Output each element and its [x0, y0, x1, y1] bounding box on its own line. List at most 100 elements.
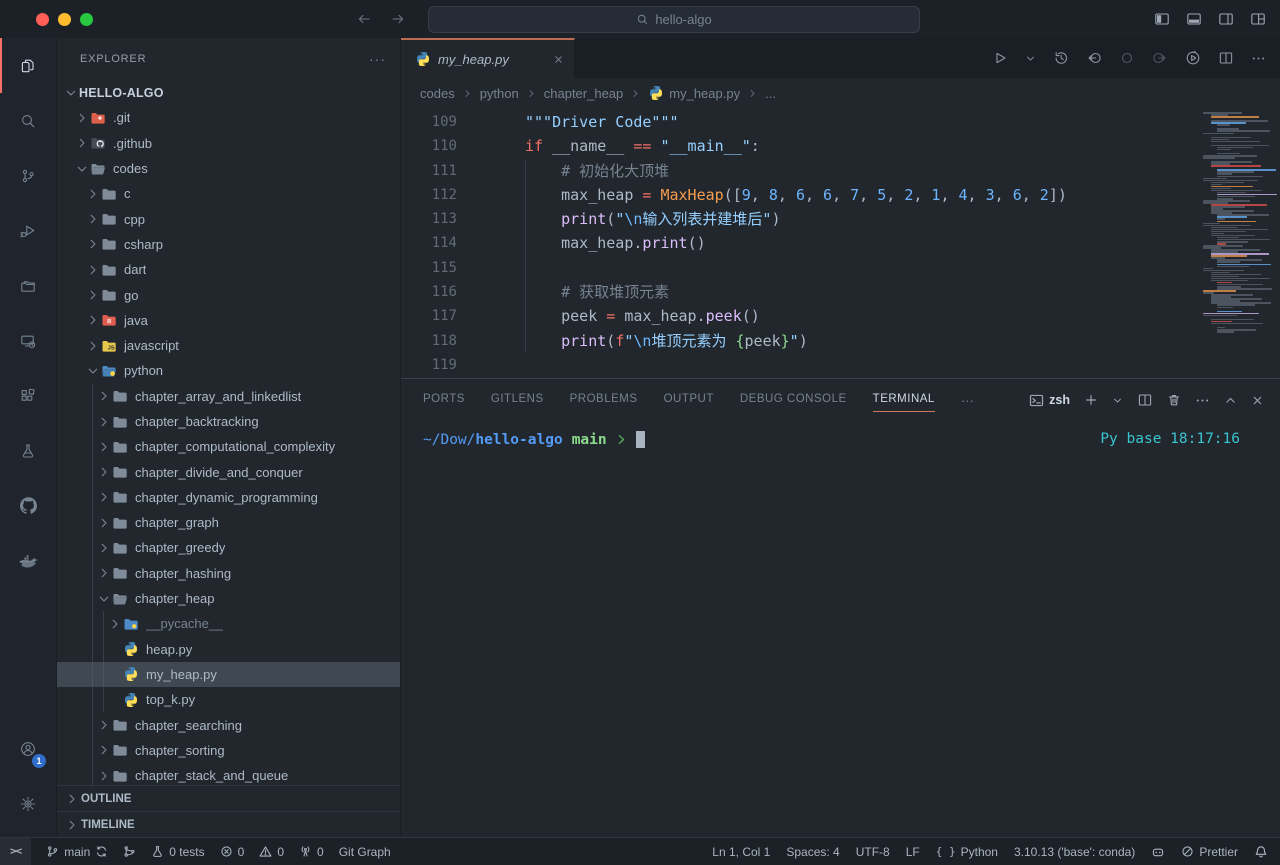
navigate-back-icon[interactable]	[356, 11, 372, 27]
panel-tab-gitlens[interactable]: GITLENS	[491, 388, 544, 412]
status-git-graph-view[interactable]	[123, 845, 136, 858]
tree-item-chapter-greedy[interactable]: chapter_greedy	[57, 535, 400, 560]
status-forwarded-ports[interactable]: 0	[299, 845, 324, 859]
run-file-button[interactable]	[992, 50, 1008, 66]
panel-tab-debug-console[interactable]: DEBUG CONSOLE	[740, 388, 847, 412]
tree-item-chapter-sorting[interactable]: chapter_sorting	[57, 738, 400, 763]
status-problems-errors[interactable]: 0	[220, 845, 245, 859]
command-center-search[interactable]: hello-algo	[428, 6, 920, 33]
tree-item-chapter-array-and-linkedlist[interactable]: chapter_array_and_linkedlist	[57, 384, 400, 409]
tree-item-chapter-divide-and-conquer[interactable]: chapter_divide_and_conquer	[57, 459, 400, 484]
status-remote-indicator[interactable]: ><	[0, 838, 31, 865]
toggle-secondary-sidebar-button[interactable]	[1218, 11, 1234, 27]
run-dropdown-button[interactable]	[1025, 53, 1036, 64]
activity-settings[interactable]	[0, 776, 56, 831]
kill-terminal-button[interactable]	[1167, 393, 1181, 407]
explorer-more-actions-button[interactable]: ···	[369, 51, 386, 67]
status-cursor-position[interactable]: Ln 1, Col 1	[712, 845, 770, 859]
tree-item-c[interactable]: c	[57, 181, 400, 206]
more-actions-button[interactable]	[1251, 51, 1266, 66]
tab-my-heap-py[interactable]: my_heap.py	[401, 38, 575, 78]
customize-layout-button[interactable]	[1250, 11, 1266, 27]
toggle-primary-sidebar-button[interactable]	[1154, 11, 1170, 27]
panel-tab-problems[interactable]: PROBLEMS	[570, 388, 638, 412]
tree-item-javascript[interactable]: JSjavascript	[57, 333, 400, 358]
tree-item-chapter-hashing[interactable]: chapter_hashing	[57, 561, 400, 586]
close-panel-button[interactable]	[1251, 394, 1264, 407]
split-editor-button[interactable]	[1218, 50, 1234, 66]
activity-project-manager[interactable]	[0, 258, 56, 313]
panel-tab-terminal[interactable]: TERMINAL	[873, 388, 935, 412]
tree-item-chapter-computational-complexity[interactable]: chapter_computational_complexity	[57, 434, 400, 459]
status-problems-warnings[interactable]: 0	[259, 845, 284, 859]
section-outline[interactable]: OUTLINE	[57, 785, 400, 811]
activity-explorer[interactable]	[0, 38, 56, 93]
tree-item-chapter-dynamic-programming[interactable]: chapter_dynamic_programming	[57, 485, 400, 510]
run-python-file-button[interactable]	[1185, 50, 1201, 66]
status-copilot[interactable]	[1151, 845, 1165, 859]
activity-search[interactable]	[0, 93, 56, 148]
tree-item--pycache-[interactable]: __pycache__	[57, 611, 400, 636]
tree-item-chapter-graph[interactable]: chapter_graph	[57, 510, 400, 535]
tree-item-codes[interactable]: codes	[57, 156, 400, 181]
status-encoding[interactable]: UTF-8	[856, 845, 890, 859]
tree-item-cpp[interactable]: cpp	[57, 206, 400, 231]
tree-item-chapter-heap[interactable]: chapter_heap	[57, 586, 400, 611]
status-python-interpreter[interactable]: 3.10.13 ('base': conda)	[1014, 845, 1135, 859]
activity-remote-explorer[interactable]	[0, 313, 56, 368]
tree-item--git[interactable]: .git	[57, 105, 400, 130]
activity-source-control[interactable]	[0, 148, 56, 203]
close-window-button[interactable]	[36, 13, 49, 26]
status-indentation[interactable]: Spaces: 4	[786, 845, 839, 859]
tree-item-csharp[interactable]: csharp	[57, 232, 400, 257]
breadcrumb-python[interactable]: python	[480, 86, 519, 101]
tree-item-go[interactable]: go	[57, 282, 400, 307]
timeline-history-button[interactable]	[1053, 50, 1069, 66]
status-test-explorer[interactable]: 0 tests	[151, 845, 204, 859]
status-prettier[interactable]: Prettier	[1181, 845, 1238, 859]
more-button[interactable]	[1195, 393, 1210, 408]
activity-docker[interactable]	[0, 533, 56, 588]
activity-github[interactable]	[0, 478, 56, 533]
toggle-panel-button[interactable]	[1186, 11, 1202, 27]
tree-item-chapter-stack-and-queue[interactable]: chapter_stack_and_queue	[57, 763, 400, 785]
terminal-profiles-button[interactable]	[1112, 395, 1123, 406]
panel-tabs-more-button[interactable]: ···	[961, 393, 974, 408]
tree-item-chapter-backtracking[interactable]: chapter_backtracking	[57, 409, 400, 434]
minimize-window-button[interactable]	[58, 13, 71, 26]
tree-item-chapter-searching[interactable]: chapter_searching	[57, 712, 400, 737]
maximize-panel-button[interactable]	[1224, 394, 1237, 407]
minimap[interactable]	[1203, 110, 1277, 335]
status-notifications[interactable]	[1254, 845, 1268, 859]
status-git-branch[interactable]: main	[46, 845, 108, 859]
step-back-button[interactable]	[1086, 50, 1102, 66]
activity-extensions[interactable]	[0, 368, 56, 423]
tree-item-heap-py[interactable]: heap.py	[57, 637, 400, 662]
breadcrumb-codes[interactable]: codes	[420, 86, 455, 101]
tree-item-top-k-py[interactable]: top_k.py	[57, 687, 400, 712]
tree-item--github[interactable]: .github	[57, 131, 400, 156]
breadcrumb--[interactable]: ...	[765, 86, 776, 101]
breadcrumb-my-heap-py[interactable]: my_heap.py	[648, 85, 740, 101]
zoom-window-button[interactable]	[80, 13, 93, 26]
tree-item-python[interactable]: python	[57, 358, 400, 383]
activity-run-debug[interactable]	[0, 203, 56, 258]
status-language-mode[interactable]: { }Python	[936, 845, 998, 859]
step-over-button[interactable]	[1152, 50, 1168, 66]
shell-selector-button[interactable]: zsh	[1029, 393, 1070, 408]
tree-item-my-heap-py[interactable]: my_heap.py	[57, 662, 400, 687]
split-terminal-button[interactable]	[1137, 392, 1153, 408]
status-git-graph[interactable]: Git Graph	[339, 845, 391, 859]
tree-item-dart[interactable]: dart	[57, 257, 400, 282]
new-terminal-button[interactable]	[1084, 393, 1098, 407]
tree-item-java[interactable]: java	[57, 308, 400, 333]
continue-button[interactable]	[1119, 50, 1135, 66]
code-editor[interactable]: 109"""Driver Code"""110if __name__ == "_…	[401, 108, 1280, 378]
terminal[interactable]: ~/Dow/hello-algo main Py base 18:17:16	[401, 421, 1280, 837]
activity-accounts[interactable]: 1	[0, 721, 56, 776]
panel-tab-output[interactable]: OUTPUT	[664, 388, 714, 412]
close-tab-icon[interactable]	[553, 54, 564, 65]
section-timeline[interactable]: TIMELINE	[57, 811, 400, 837]
status-eol[interactable]: LF	[906, 845, 920, 859]
navigate-forward-icon[interactable]	[390, 11, 406, 27]
